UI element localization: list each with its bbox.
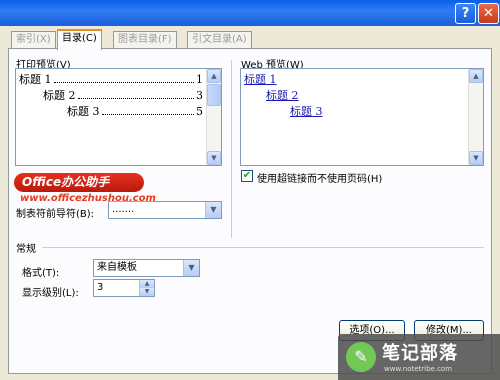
close-button[interactable]: ✕ xyxy=(478,3,499,24)
close-icon: ✕ xyxy=(483,6,494,21)
checkmark-icon: ✔ xyxy=(242,170,252,181)
office-watermark-url: www.officezhushou.com xyxy=(20,193,156,204)
scroll-down-icon[interactable]: ▼ xyxy=(207,151,221,165)
notes-watermark-title: 笔记部落 xyxy=(382,343,458,364)
entry-text: 标题 2 xyxy=(43,89,76,102)
leader-dots xyxy=(53,75,194,83)
office-watermark-logo: Office办公助手 xyxy=(14,173,144,192)
scroll-down-icon[interactable]: ▼ xyxy=(469,151,483,165)
leader-dots xyxy=(77,91,194,99)
tab-leader-label: 制表符前导符(B): xyxy=(16,209,95,220)
hyperlink-checkbox[interactable]: ✔ xyxy=(241,170,253,182)
chevron-down-icon[interactable]: ▼ xyxy=(183,260,199,276)
tab-toc[interactable]: 目录(C) xyxy=(57,29,102,50)
format-label: 格式(T): xyxy=(22,268,60,279)
tab-table-of-figures[interactable]: 图表目录(F) xyxy=(113,31,177,48)
format-select[interactable]: 来自模板 ▼ xyxy=(93,259,200,277)
print-preview-entry: 标题 2 3 xyxy=(43,87,203,103)
tab-leader-value: ....... xyxy=(112,204,135,215)
help-button[interactable]: ? xyxy=(455,3,476,24)
entry-text: 标题 3 xyxy=(67,105,100,118)
tab-table-of-authorities[interactable]: 引文目录(A) xyxy=(187,31,252,48)
levels-spinner[interactable]: 3 ▲ ▼ xyxy=(93,279,155,297)
notes-watermark-url: www.notetribe.com xyxy=(384,365,453,373)
scroll-thumb[interactable] xyxy=(207,84,221,106)
entry-page: 3 xyxy=(196,89,203,102)
spin-down-icon[interactable]: ▼ xyxy=(139,288,154,296)
scroll-up-icon[interactable]: ▲ xyxy=(469,69,483,83)
tab-index[interactable]: 索引(X) xyxy=(11,31,56,48)
help-icon: ? xyxy=(461,6,470,21)
web-preview-link[interactable]: 标题 2 xyxy=(266,87,299,103)
web-preview-box[interactable]: 标题 1 标题 2 标题 3 ▲ ▼ xyxy=(240,68,484,166)
print-preview-box[interactable]: 标题 1 1 标题 2 3 标题 3 5 ▲ ▼ xyxy=(15,68,222,166)
entry-text: 标题 1 xyxy=(19,73,52,86)
leader-dots xyxy=(101,107,194,115)
entry-page: 5 xyxy=(196,105,203,118)
format-value: 来自模板 xyxy=(97,262,137,273)
chevron-down-icon[interactable]: ▼ xyxy=(205,202,221,218)
hyperlink-label: 使用超链接而不使用页码(H) xyxy=(257,174,383,185)
general-group-label: 常规 xyxy=(16,244,36,255)
levels-label: 显示级别(L): xyxy=(22,288,79,299)
column-divider xyxy=(231,60,232,238)
notes-watermark: ✎ 笔记部落 www.notetribe.com xyxy=(338,334,500,380)
web-preview-link[interactable]: 标题 1 xyxy=(244,71,277,87)
print-preview-entry: 标题 1 1 xyxy=(19,71,203,87)
levels-value: 3 xyxy=(97,282,104,293)
pen-icon: ✎ xyxy=(346,342,376,372)
scroll-up-icon[interactable]: ▲ xyxy=(207,69,221,83)
print-preview-entry: 标题 3 5 xyxy=(67,103,203,119)
group-divider xyxy=(42,247,484,248)
entry-page: 1 xyxy=(196,73,203,86)
web-preview-link[interactable]: 标题 3 xyxy=(290,103,323,119)
spin-up-icon[interactable]: ▲ xyxy=(139,280,154,288)
web-preview-scrollbar[interactable]: ▲ ▼ xyxy=(468,69,483,165)
title-bar: ? ✕ xyxy=(0,0,500,26)
print-preview-scrollbar[interactable]: ▲ ▼ xyxy=(206,69,221,165)
